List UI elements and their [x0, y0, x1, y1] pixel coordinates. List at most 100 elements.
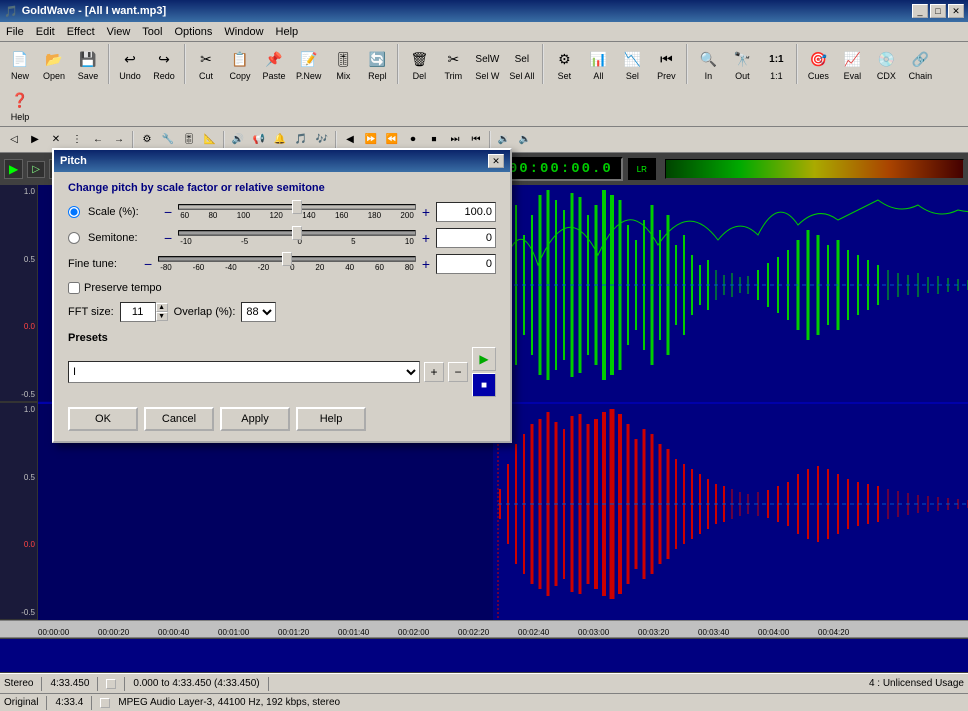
tb2-btn-6[interactable]: →: [109, 130, 129, 150]
tb2-btn-19[interactable]: ⏺: [403, 130, 423, 150]
semitone-value-input[interactable]: [437, 232, 492, 244]
open-button[interactable]: 📂 Open: [38, 45, 70, 83]
minimize-button[interactable]: _: [912, 4, 928, 18]
menu-window[interactable]: Window: [218, 24, 269, 40]
tb2-btn-24[interactable]: 🔈: [515, 130, 535, 150]
tb2-btn-11[interactable]: 🔊: [228, 130, 248, 150]
semitone-radio[interactable]: [68, 232, 80, 244]
paste-button[interactable]: 📌 Paste: [258, 45, 290, 83]
set-button[interactable]: ⚙ Set: [548, 45, 580, 83]
tb2-btn-16[interactable]: ◀: [340, 130, 360, 150]
tb2-btn-14[interactable]: 🎵: [291, 130, 311, 150]
apply-button[interactable]: Apply: [220, 407, 290, 431]
ok-button[interactable]: OK: [68, 407, 138, 431]
tb2-btn-5[interactable]: ←: [88, 130, 108, 150]
preserve-tempo-checkbox[interactable]: [68, 282, 80, 294]
menu-view[interactable]: View: [101, 24, 137, 40]
pnew-button[interactable]: 📝 P.New: [292, 45, 325, 83]
eval-button[interactable]: 📈 Eval: [836, 45, 868, 83]
zoom-in-button[interactable]: 🔍 In: [692, 45, 724, 83]
semitone-slider-handle[interactable]: [292, 226, 302, 240]
cut-button[interactable]: ✂ Cut: [190, 45, 222, 83]
close-button[interactable]: ✕: [948, 4, 964, 18]
selw-button[interactable]: SelW Sel W: [471, 45, 503, 83]
tb2-btn-10[interactable]: 📐: [200, 130, 220, 150]
tb2-btn-7[interactable]: ⚙: [137, 130, 157, 150]
help-dialog-button[interactable]: Help: [296, 407, 366, 431]
presets-add-button[interactable]: +: [424, 362, 444, 382]
finetune-slider[interactable]: -80 -60 -40 -20 0 20 40 60 80: [158, 254, 416, 274]
scale-minus-button[interactable]: −: [162, 204, 174, 220]
menu-tool[interactable]: Tool: [136, 24, 168, 40]
finetune-slider-handle[interactable]: [282, 252, 292, 266]
scale-slider-handle[interactable]: [292, 200, 302, 214]
finetune-plus-button[interactable]: +: [420, 256, 432, 272]
finetune-value-input[interactable]: [437, 258, 492, 270]
tb2-btn-2[interactable]: ▶: [25, 130, 45, 150]
fft-spinner: ▲ ▼: [156, 303, 168, 321]
scale-plus-button[interactable]: +: [420, 204, 432, 220]
semitone-minus-button[interactable]: −: [162, 230, 174, 246]
save-button[interactable]: 💾 Save: [72, 45, 104, 83]
tb2-btn-20[interactable]: ⏹: [424, 130, 444, 150]
menu-file[interactable]: File: [0, 24, 30, 40]
window-controls[interactable]: _ □ ✕: [912, 4, 964, 18]
semitone-plus-button[interactable]: +: [420, 230, 432, 246]
tb2-btn-4[interactable]: ⋮: [67, 130, 87, 150]
overlap-select[interactable]: 88 75 50: [241, 302, 276, 322]
help-button[interactable]: ❓ Help: [4, 86, 36, 124]
zoom-out-button[interactable]: 🔭 Out: [726, 45, 758, 83]
status-sep-4: [268, 677, 269, 691]
tb2-btn-1[interactable]: ◁: [4, 130, 24, 150]
presets-dropdown[interactable]: I: [68, 361, 420, 383]
mix-button[interactable]: 🎚 Mix: [327, 45, 359, 83]
pitch-close-button[interactable]: ✕: [488, 154, 504, 168]
new-button[interactable]: 📄 New: [4, 45, 36, 83]
tb2-btn-9[interactable]: 🎚: [179, 130, 199, 150]
cdx-button[interactable]: 💿 CDX: [870, 45, 902, 83]
presets-delete-button[interactable]: −: [448, 362, 468, 382]
menu-edit[interactable]: Edit: [30, 24, 61, 40]
scale-value-input[interactable]: [437, 206, 492, 218]
trim-button[interactable]: ✂ Trim: [437, 45, 469, 83]
menu-options[interactable]: Options: [168, 24, 218, 40]
finetune-minus-button[interactable]: −: [142, 256, 154, 272]
all-button[interactable]: 📊 All: [582, 45, 614, 83]
zoom-11-button[interactable]: 1:1 1:1: [760, 45, 792, 83]
repl-button[interactable]: 🔄 Repl: [361, 45, 393, 83]
tb2-btn-23[interactable]: 🔉: [494, 130, 514, 150]
play-sel-button[interactable]: ▷: [27, 161, 45, 178]
fft-value-input[interactable]: [120, 302, 156, 322]
tb2-btn-18[interactable]: ⏪: [382, 130, 402, 150]
tb2-btn-12[interactable]: 📢: [249, 130, 269, 150]
selall-button[interactable]: Sel Sel All: [505, 45, 538, 83]
tb2-btn-22[interactable]: ⏮: [466, 130, 486, 150]
tb2-btn-21[interactable]: ⏭: [445, 130, 465, 150]
tb2-btn-13[interactable]: 🔔: [270, 130, 290, 150]
fft-spin-up[interactable]: ▲: [156, 303, 168, 312]
redo-button[interactable]: ↪ Redo: [148, 45, 180, 83]
fft-spin-down[interactable]: ▼: [156, 312, 168, 321]
menu-help[interactable]: Help: [270, 24, 305, 40]
del-button[interactable]: 🗑 Del: [403, 45, 435, 83]
tb2-btn-8[interactable]: 🔧: [158, 130, 178, 150]
undo-button[interactable]: ↩ Undo: [114, 45, 146, 83]
cues-icon: 🎯: [806, 47, 830, 71]
menu-effect[interactable]: Effect: [61, 24, 101, 40]
semitone-slider[interactable]: -10 -5 0 5 10: [178, 228, 416, 248]
presets-play-button[interactable]: ▶: [472, 347, 496, 371]
tb2-btn-15[interactable]: 🎶: [312, 130, 332, 150]
cancel-button[interactable]: Cancel: [144, 407, 214, 431]
prev-button[interactable]: ⏮ Prev: [650, 45, 682, 83]
tb2-btn-17[interactable]: ⏩: [361, 130, 381, 150]
scale-slider[interactable]: 60 80 100 120 140 160 180 200: [178, 202, 416, 222]
scale-radio[interactable]: [68, 206, 80, 218]
tb2-btn-3[interactable]: ✕: [46, 130, 66, 150]
chain-button[interactable]: 🔗 Chain: [904, 45, 936, 83]
cues-button[interactable]: 🎯 Cues: [802, 45, 834, 83]
play-button[interactable]: ▶: [4, 159, 23, 179]
maximize-button[interactable]: □: [930, 4, 946, 18]
sel-button[interactable]: 📉 Sel: [616, 45, 648, 83]
copy-button[interactable]: 📋 Copy: [224, 45, 256, 83]
presets-stop-button[interactable]: ■: [472, 373, 496, 397]
